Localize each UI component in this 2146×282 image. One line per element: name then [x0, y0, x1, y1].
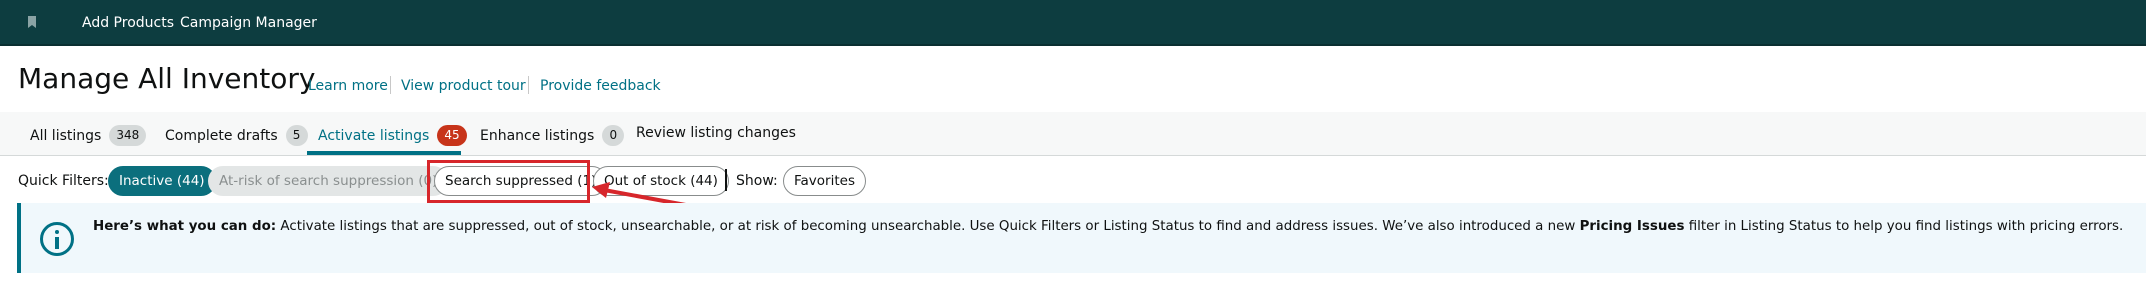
tab-label: Review listing changes — [636, 125, 796, 141]
show-label: Show: — [736, 173, 778, 189]
page-title: Manage All Inventory — [18, 62, 316, 95]
nav-campaign-manager[interactable]: Campaign Manager — [180, 15, 317, 31]
view-product-tour-link[interactable]: View product tour — [401, 78, 526, 94]
learn-more-link[interactable]: Learn more — [308, 78, 388, 94]
provide-feedback-link[interactable]: Provide feedback — [540, 78, 661, 94]
tab-review-listing-changes[interactable]: Review listing changes — [636, 125, 796, 141]
quick-filters-label: Quick Filters: — [18, 173, 109, 189]
annotation-highlight-box — [427, 160, 590, 203]
filter-inactive[interactable]: Inactive (44) — [108, 166, 216, 196]
info-icon — [40, 222, 74, 256]
tab-label: Enhance listings — [480, 127, 595, 144]
tab-count-badge: 5 — [285, 125, 308, 146]
tab-activate-listings[interactable]: Activate listings 45 — [318, 125, 467, 146]
tab-all-listings[interactable]: All listings 348 — [30, 125, 147, 146]
info-banner — [17, 203, 2146, 273]
active-tab-indicator — [307, 151, 461, 155]
info-bold-term: Pricing Issues — [1579, 219, 1685, 234]
divider — [390, 76, 391, 94]
tab-label: Activate listings — [318, 127, 430, 144]
tab-label: All listings — [30, 127, 102, 144]
divider — [528, 76, 529, 94]
tab-label: Complete drafts — [165, 127, 278, 144]
top-nav: Add Products Campaign Manager — [0, 0, 2146, 46]
tab-count-badge: 0 — [602, 125, 625, 146]
info-body: Activate listings that are suppressed, o… — [280, 219, 1576, 234]
info-lead: Here’s what you can do: — [93, 219, 277, 234]
info-message: Here’s what you can do: Activate listing… — [93, 219, 2123, 234]
tab-count-badge: 348 — [109, 125, 147, 146]
tab-count-badge: 45 — [437, 125, 467, 146]
nav-add-products[interactable]: Add Products — [82, 15, 174, 31]
filter-favorites[interactable]: Favorites — [783, 166, 866, 196]
info-body-end: filter in Listing Status to help you fin… — [1688, 219, 2124, 234]
divider — [725, 169, 727, 191]
bookmark-icon[interactable] — [28, 16, 36, 28]
filter-at-risk-search-suppression[interactable]: At-risk of search suppression (0) — [208, 166, 449, 196]
tab-complete-drafts[interactable]: Complete drafts 5 — [165, 125, 308, 146]
tab-enhance-listings[interactable]: Enhance listings 0 — [480, 125, 625, 146]
